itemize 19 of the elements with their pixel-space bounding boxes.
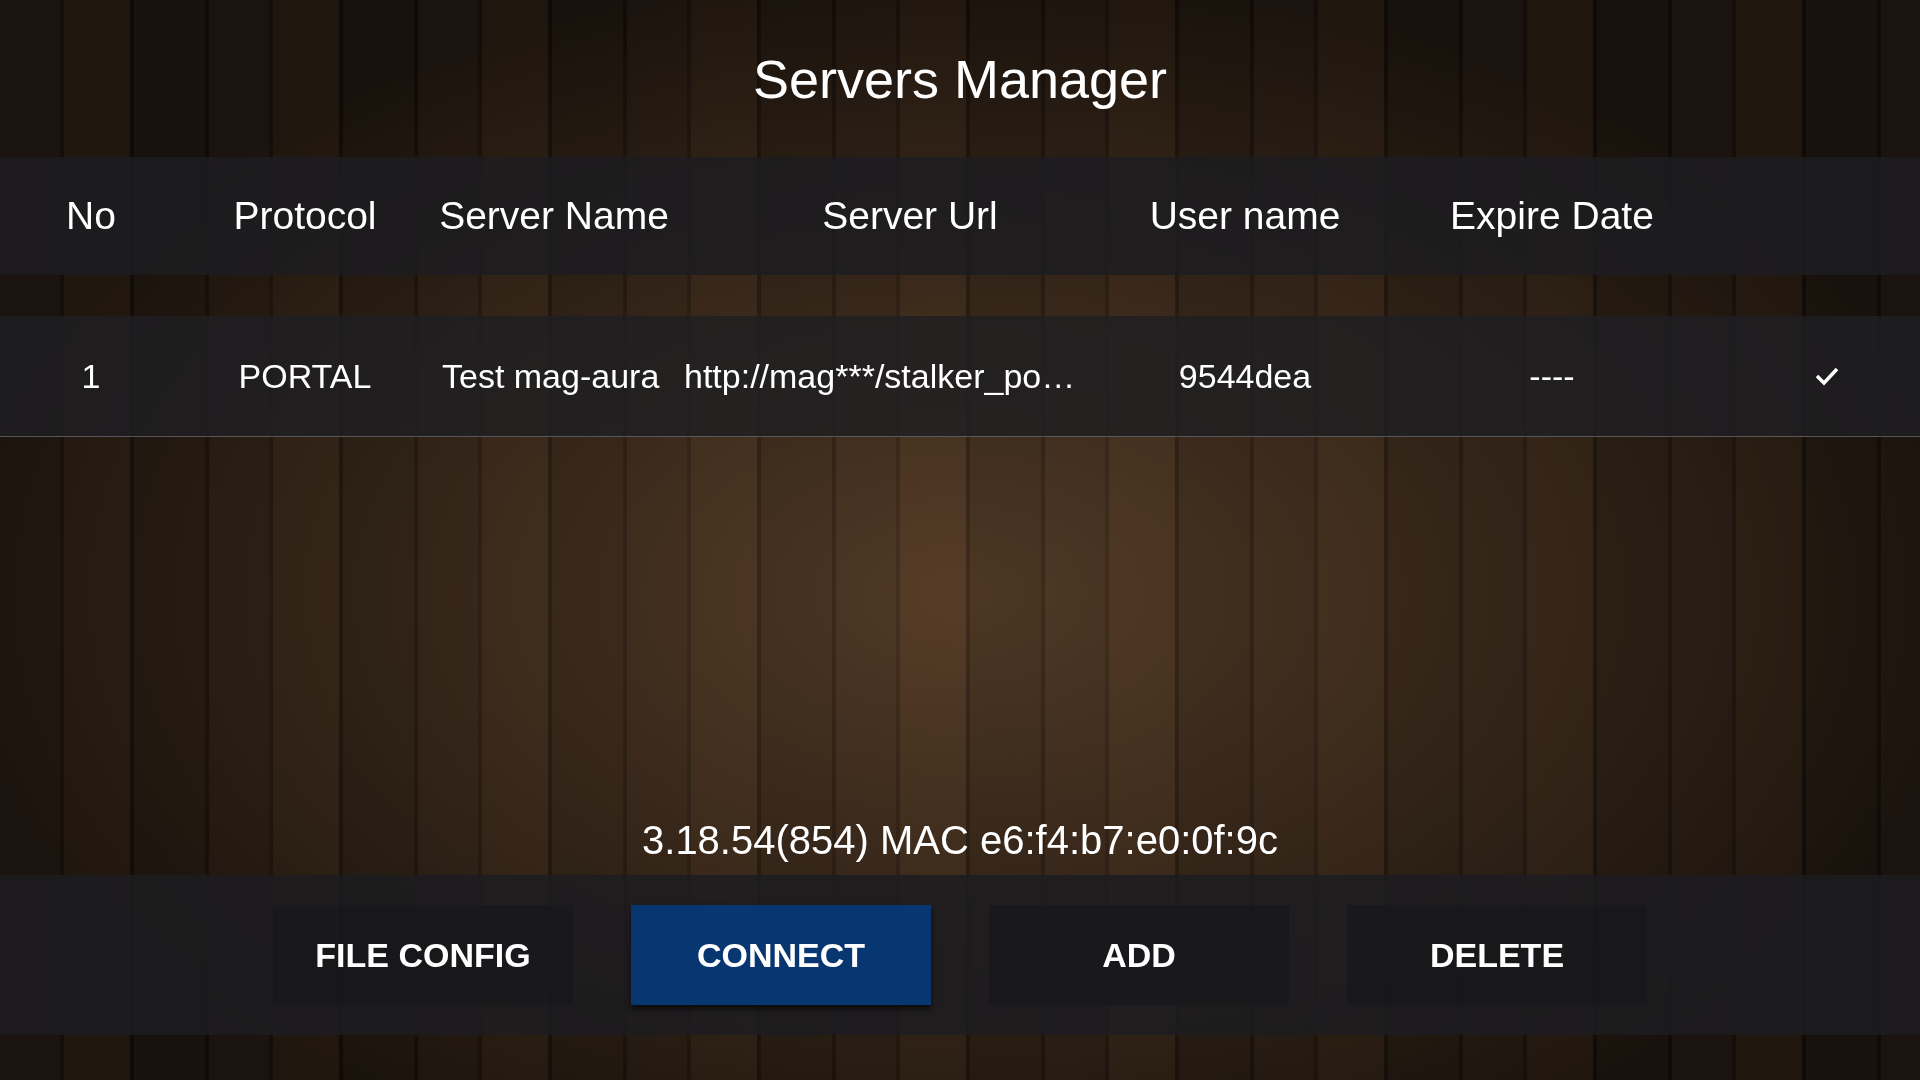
action-button[interactable]: DELETE <box>1347 905 1647 1005</box>
column-header: User name <box>1148 194 1342 238</box>
table-cell-text: http://mag***/stalker_po… <box>683 356 1077 396</box>
table-cell-text: Test mag-aura <box>441 356 661 396</box>
action-button[interactable]: FILE CONFIG <box>273 905 573 1005</box>
column-header: Protocol <box>232 194 378 238</box>
action-button[interactable]: CONNECT <box>631 905 931 1005</box>
column-header: Server Url <box>821 194 999 238</box>
table-cell-text: PORTAL <box>237 356 373 396</box>
server-row[interactable]: 1 PORTAL Test mag-aura http://mag***/stalker_po… 9544dea ---- <box>0 316 1920 437</box>
table-cell-text: 1 <box>80 356 102 396</box>
table-cell-text: ---- <box>1528 356 1576 396</box>
action-button[interactable]: ADD <box>989 905 1289 1005</box>
version-mac-text: 3.18.54(854) MAC e6:f4:b7:e0:0f:9c <box>642 818 1278 863</box>
screen-title: Servers Manager <box>752 47 1168 110</box>
table-cell-text: 9544dea <box>1177 356 1313 396</box>
column-header: Server Name <box>438 194 670 238</box>
column-header: No <box>65 194 117 238</box>
column-header: Expire Date <box>1449 194 1655 238</box>
